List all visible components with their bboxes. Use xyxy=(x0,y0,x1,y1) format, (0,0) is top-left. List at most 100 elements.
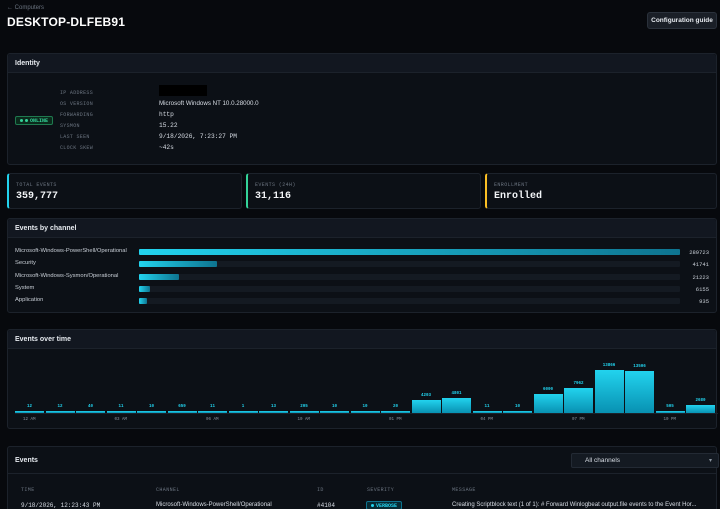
timeline-bar-label: 12 xyxy=(57,405,63,409)
timeline-bar-label: 6000 xyxy=(542,388,554,393)
channel-bar xyxy=(139,298,147,304)
timeline-bar-label: 4801 xyxy=(451,392,462,397)
severity-badge: VERBOSE xyxy=(366,501,403,509)
channel-count: 935 xyxy=(699,297,709,305)
time-axis-tick: 12 AM xyxy=(23,418,36,422)
timeline-bar[interactable] xyxy=(564,388,593,413)
timeline-bar[interactable] xyxy=(442,398,471,413)
status-text: ONLINE xyxy=(30,117,49,124)
timeline-bar-label: 11 xyxy=(484,405,490,409)
timeline-bar[interactable] xyxy=(198,411,227,413)
chart-baseline xyxy=(15,413,718,414)
os-version-value: Microsoft Windows NT 10.0.28000.0 xyxy=(159,100,259,107)
time-axis-tick: 03 AM xyxy=(114,418,128,422)
ip-address-redacted xyxy=(159,85,207,96)
timeline-bar-label: 4203 xyxy=(420,393,432,398)
forwarding-label: FORWARDING xyxy=(60,112,94,118)
timeline-bar-label: 10 xyxy=(148,405,155,409)
channel-bar-track xyxy=(139,286,680,292)
stat-value: 359,777 xyxy=(16,191,59,202)
events-by-channel-panel: Events by channel Microsoft-Windows-Powe… xyxy=(7,218,717,313)
last-seen-value: 9/18/2026, 7:23:27 PM xyxy=(159,133,237,140)
event-message[interactable]: Creating Scriptblock text (1 of 1): # Fo… xyxy=(452,502,696,508)
timeline-bar[interactable] xyxy=(167,410,197,413)
last-seen-label: LAST SEEN xyxy=(60,134,90,140)
stat-value: Enrolled xyxy=(494,191,543,202)
channel-label: Microsoft-Windows-PowerShell/Operational xyxy=(15,248,127,254)
timeline-bar[interactable] xyxy=(472,411,502,413)
timeline-bar[interactable] xyxy=(655,411,685,413)
timeline-bar-label: 13 xyxy=(270,405,277,409)
chevron-down-icon: ▾ xyxy=(708,458,712,464)
channel-filter-value: All channels xyxy=(585,457,621,464)
channel-label: Security xyxy=(15,260,36,266)
channel-bar xyxy=(139,249,680,255)
timeline-bar[interactable] xyxy=(533,394,563,413)
timeline-bar-label: 205 xyxy=(300,405,308,409)
identity-panel: Identity ONLINE IP ADDRESS OS VERSION Mi… xyxy=(7,53,717,165)
timeline-bar-label: 20 xyxy=(392,405,399,409)
stat-value: 31,116 xyxy=(255,191,292,202)
status-dot-icon xyxy=(25,119,28,122)
timeline-bar[interactable] xyxy=(259,411,288,413)
timeline-bar[interactable] xyxy=(45,411,75,413)
configuration-guide-button[interactable]: Configuration guide xyxy=(647,12,717,29)
stat-label: ENROLLMENT xyxy=(494,182,529,188)
event-id: #4104 xyxy=(317,502,336,509)
channel-count: 289723 xyxy=(689,248,709,256)
events-24h-card: EVENTS (24H) 31,116 xyxy=(246,173,481,209)
channel-bar-track xyxy=(139,261,680,267)
channel-label: Microsoft-Windows-Sysmon/Operational xyxy=(15,273,119,279)
channel-label: Application xyxy=(15,297,44,303)
timeline-bar-label: 505 xyxy=(666,405,674,409)
channel-bar-track xyxy=(139,274,680,280)
time-axis-tick: 10 AM xyxy=(297,418,311,422)
column-header-time[interactable]: TIME xyxy=(21,487,35,493)
breadcrumb[interactable]: ← Computers xyxy=(7,5,44,11)
timeline-bar-label: 2680 xyxy=(695,398,706,403)
os-version-label: OS VERSION xyxy=(60,101,94,107)
timeline-bar-label: 10 xyxy=(331,405,338,409)
timeline-bar[interactable] xyxy=(320,411,349,413)
timeline-bar[interactable] xyxy=(594,369,624,413)
timeline-bar[interactable] xyxy=(350,411,380,413)
column-header-id[interactable]: ID xyxy=(317,487,324,493)
sysmon-value: 15.22 xyxy=(159,122,178,129)
timeline-bar-label: 659 xyxy=(178,404,186,409)
timeline-bar[interactable] xyxy=(15,411,44,413)
channel-label: System xyxy=(15,285,35,291)
timeline-bar[interactable] xyxy=(686,404,715,413)
events-by-channel-heading: Events by channel xyxy=(8,219,716,238)
timeline-bar[interactable] xyxy=(137,411,166,413)
timeline-bar[interactable] xyxy=(76,411,105,413)
timeline-bar[interactable] xyxy=(381,411,410,413)
timeline-bar-label: 12 xyxy=(26,405,33,409)
timeline-bar[interactable] xyxy=(106,411,136,413)
column-header-channel[interactable]: CHANNEL xyxy=(156,487,180,493)
time-axis-tick: 01 PM xyxy=(389,418,402,422)
events-over-time-heading: Events over time xyxy=(8,330,716,349)
timeline-bar-label: 10 xyxy=(514,405,521,409)
event-time: 9/18/2026, 12:23:43 PM xyxy=(21,502,101,509)
timeline-bar-label: 7962 xyxy=(573,382,584,387)
channel-bar-track xyxy=(139,298,680,304)
timeline-bar[interactable] xyxy=(411,399,441,413)
column-header-message[interactable]: MESSAGE xyxy=(452,487,476,493)
timeline-bar-label: 13866 xyxy=(602,363,616,368)
timeline-bar-label: 11 xyxy=(118,405,124,409)
time-axis-tick: 10 PM xyxy=(663,418,677,422)
timeline-bar[interactable] xyxy=(289,411,319,413)
timeline-bar[interactable] xyxy=(503,411,532,413)
timeline-bar[interactable] xyxy=(625,371,654,413)
channel-bar xyxy=(139,274,179,280)
clock-skew-label: CLOCK SKEW xyxy=(60,145,94,151)
timeline-bar[interactable] xyxy=(228,411,258,413)
column-header-severity[interactable]: SEVERITY xyxy=(367,487,394,493)
channel-count: 41741 xyxy=(692,260,709,268)
event-channel: Microsoft-Windows-PowerShell/Operational xyxy=(156,502,272,508)
time-axis-tick: 06 AM xyxy=(206,418,219,422)
events-panel: Events All channels ▾ TIME CHANNEL ID SE… xyxy=(7,446,719,509)
events-over-time-panel: Events over time 12 12 40 11 10 659 11 1 13 205 10… xyxy=(7,329,718,429)
channel-count: 21223 xyxy=(692,273,709,281)
channel-filter-select[interactable]: All channels ▾ xyxy=(571,453,719,468)
